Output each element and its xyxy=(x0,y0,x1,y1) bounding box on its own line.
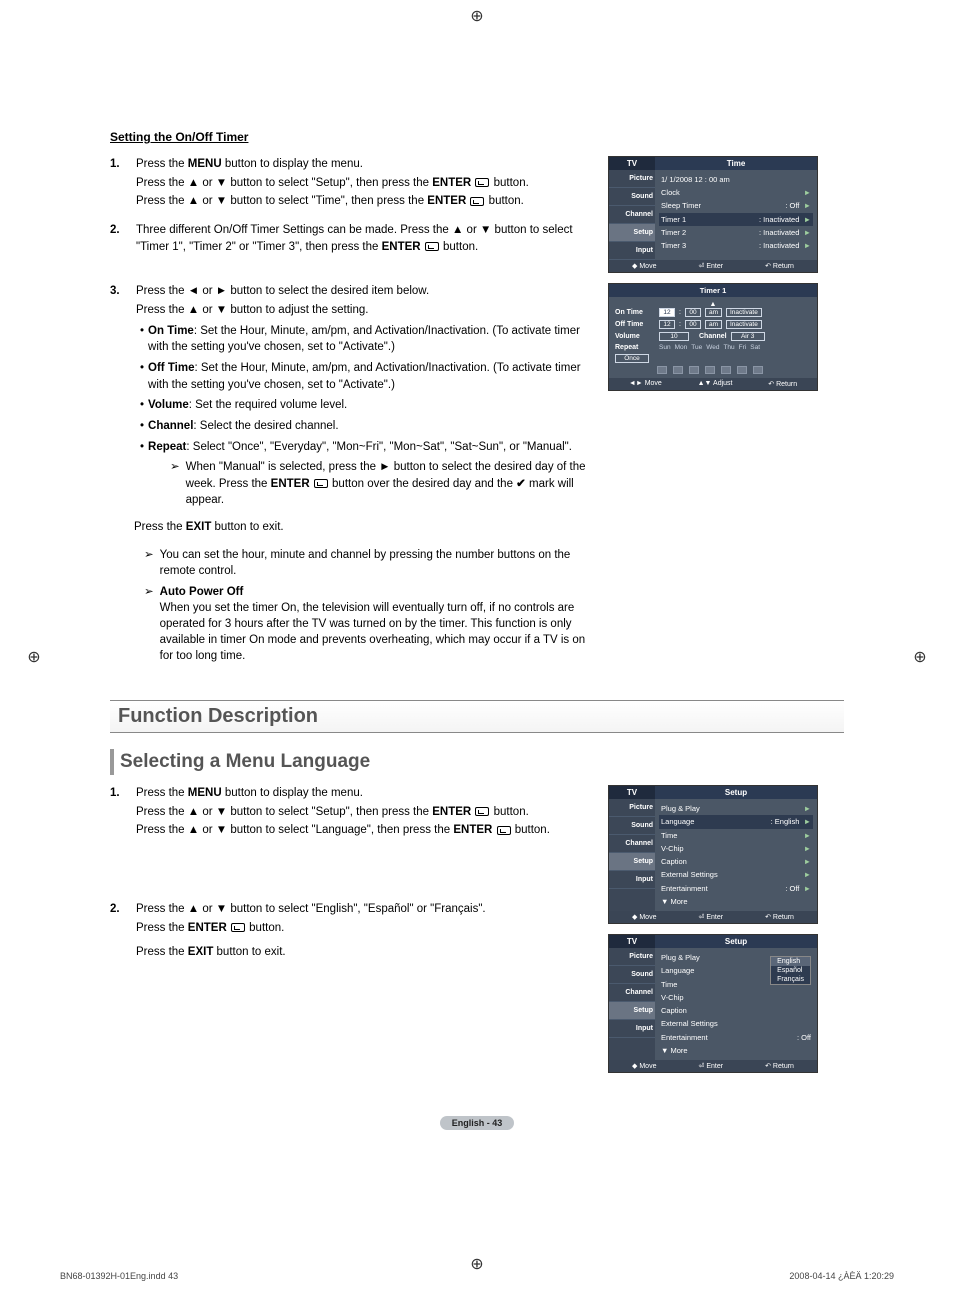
osd-row: External Settings► xyxy=(659,868,813,881)
enter-icon xyxy=(314,479,328,488)
timer-row-off-time: Off Time 12: 00 am Inactivate xyxy=(615,320,811,329)
number-buttons-note: ➢You can set the hour, minute and channe… xyxy=(144,547,590,579)
language-option: Français xyxy=(771,975,810,984)
osd-title: Setup xyxy=(655,935,817,948)
print-file-info: BN68-01392H-01Eng.indd 43 xyxy=(60,1271,178,1281)
note-arrow-icon: ➢ xyxy=(144,584,154,664)
osd-tabs: Picture Sound Channel Setup Input xyxy=(609,948,655,1060)
timer-row-repeat: Repeat SunMonTueWedThuFriSat xyxy=(615,344,811,351)
osd-row-selected: Timer 1: Inactivated ► xyxy=(659,213,813,226)
auto-power-off-note: ➢ Auto Power OffWhen you set the timer O… xyxy=(144,584,590,664)
section-title: Setting the On/Off Timer xyxy=(110,130,844,144)
step-number: 1. xyxy=(110,156,136,212)
osd-tv-label: TV xyxy=(609,935,655,948)
step-1: 1. Press the MENU button to display the … xyxy=(110,156,590,212)
osd-footer: ◆ Move ⏎ Enter ↶ Return xyxy=(609,1060,817,1072)
timer-row-once: Once xyxy=(615,354,811,363)
day-markers xyxy=(657,366,811,374)
step-3: 3. Press the ◄ or ► button to select the… xyxy=(110,283,590,507)
manual-note: ➢ When "Manual" is selected, press the ►… xyxy=(154,459,590,507)
enter-icon xyxy=(231,923,245,932)
timer-row-volume: Volume 10 Channel Air 3 xyxy=(615,332,811,341)
step-number: 2. xyxy=(110,901,136,963)
language-popup: English Español Français xyxy=(770,956,811,985)
osd-footer: ◆ Move ⏎ Enter ↶ Return xyxy=(609,911,817,923)
bullet-repeat: Repeat: Select "Once", "Everyday", "Mon~… xyxy=(140,439,590,456)
osd-row: ▼ More xyxy=(659,1044,813,1057)
enter-icon xyxy=(470,197,484,206)
lang-step-2: 2. Press the ▲ or ▼ button to select "En… xyxy=(110,901,590,963)
osd-date: 1/ 1/2008 12 : 00 am xyxy=(659,173,813,186)
osd-tv-label: TV xyxy=(609,157,655,170)
osd-footer: ◆ Move ⏎ Enter ↶ Return xyxy=(609,260,817,272)
osd-row: V-Chip xyxy=(659,991,813,1004)
osd-row: ▼ More xyxy=(659,895,813,908)
osd-title: Setup xyxy=(655,786,817,799)
registration-mark: ⊕ xyxy=(912,650,928,666)
bullet-channel: Channel: Select the desired channel. xyxy=(140,418,590,435)
sub-heading: Selecting a Menu Language xyxy=(110,749,844,775)
lang-step-1: 1. Press the MENU button to display the … xyxy=(110,785,590,841)
bullet-on-time: On Time: Set the Hour, Minute, am/pm, an… xyxy=(140,323,590,356)
osd-row: Caption► xyxy=(659,855,813,868)
step-2: 2. Three different On/Off Timer Settings… xyxy=(110,222,590,257)
osd-row: V-Chip► xyxy=(659,842,813,855)
timer-row-on-time: On Time 12: 00 am Inactivate xyxy=(615,308,811,317)
bullet-off-time: Off Time: Set the Hour, Minute, am/pm, a… xyxy=(140,360,590,393)
osd-time-panel: TV Time Picture Sound Channel Setup Inpu… xyxy=(608,156,818,273)
language-option: Español xyxy=(771,966,810,975)
up-arrow-icon: ▲ xyxy=(615,301,811,308)
enter-icon xyxy=(497,826,511,835)
note-arrow-icon: ➢ xyxy=(170,459,180,507)
osd-row: Time► xyxy=(659,829,813,842)
osd-footer: ◄► Move ▲▼ Adjust ↶ Return xyxy=(609,378,817,390)
osd-row: Caption xyxy=(659,1004,813,1017)
press-exit: Press the EXIT button to exit. xyxy=(134,519,590,536)
osd-row: Entertainment: Off ► xyxy=(659,882,813,895)
note-arrow-icon: ➢ xyxy=(144,547,154,579)
main-heading: Function Description xyxy=(110,700,844,733)
osd-row-selected: Language: English ► xyxy=(659,815,813,828)
osd-row: Timer 3: Inactivated ► xyxy=(659,239,813,252)
print-footer: BN68-01392H-01Eng.indd 43 2008-04-14 ¿ÀÈ… xyxy=(60,1271,894,1281)
osd-setup-panel: TV Setup Picture Sound Channel Setup Inp… xyxy=(608,785,818,924)
osd-tv-label: TV xyxy=(609,786,655,799)
osd-row: Entertainment: Off xyxy=(659,1031,813,1044)
step-number: 1. xyxy=(110,785,136,841)
registration-mark: ⊕ xyxy=(26,650,42,666)
step-number: 2. xyxy=(110,222,136,257)
language-option: English xyxy=(771,957,810,966)
step-number: 3. xyxy=(110,283,136,507)
osd-language-panel: TV Setup Picture Sound Channel Setup Inp… xyxy=(608,934,818,1073)
osd-row: Plug & Play► xyxy=(659,802,813,815)
osd-title: Time xyxy=(655,157,817,170)
osd-timer1-panel: Timer 1 ▲ On Time 12: 00 am Inactivate O… xyxy=(608,283,818,391)
osd-row: External Settings xyxy=(659,1017,813,1030)
page-number-badge: English - 43 xyxy=(440,1116,515,1130)
osd-row: Timer 2: Inactivated ► xyxy=(659,226,813,239)
osd-tabs: Picture Sound Channel Setup Input xyxy=(609,799,655,911)
check-icon: ✔ xyxy=(516,478,526,490)
osd-title: Timer 1 xyxy=(609,284,817,297)
osd-tabs: Picture Sound Channel Setup Input xyxy=(609,170,655,260)
enter-icon xyxy=(425,242,439,251)
osd-row: Sleep Timer: Off ► xyxy=(659,199,813,212)
enter-icon xyxy=(475,807,489,816)
enter-icon xyxy=(475,178,489,187)
registration-mark: ⊕ xyxy=(469,9,485,25)
osd-row: Clock► xyxy=(659,186,813,199)
print-timestamp: 2008-04-14 ¿ÀÈÄ 1:20:29 xyxy=(789,1271,894,1281)
bullet-volume: Volume: Set the required volume level. xyxy=(140,397,590,414)
